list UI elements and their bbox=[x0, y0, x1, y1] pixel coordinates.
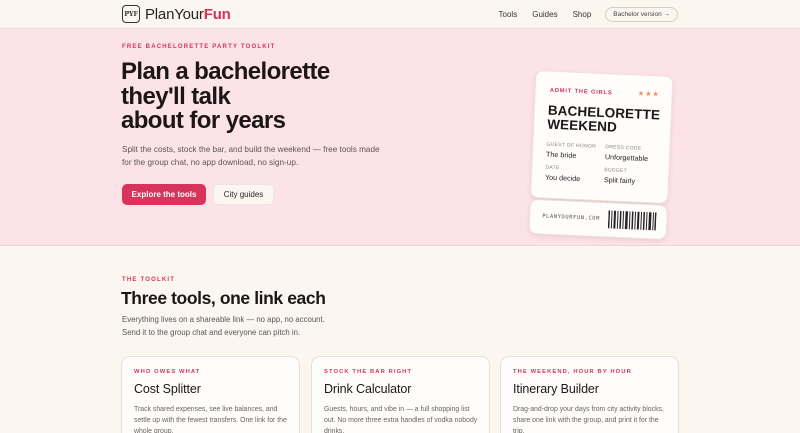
ticket-field: DRESS CODE Unforgettable bbox=[605, 144, 661, 163]
ticket-field-value: Split fairly bbox=[603, 175, 636, 186]
logo-text-accent: Fun bbox=[203, 5, 231, 23]
city-guides-button[interactable]: City guides bbox=[213, 184, 274, 205]
card-description: Guests, hours, and vibe in — a full shop… bbox=[324, 406, 478, 433]
ticket-fields: GUEST OF HONOR The bride DRESS CODE Unforg… bbox=[545, 142, 661, 187]
itinerary-builder-card[interactable]: THE WEEKEND, HOUR BY HOUR Itinerary Buil… bbox=[500, 356, 679, 433]
logo-text-plain: PlanYour bbox=[145, 5, 204, 23]
ticket-admit-label: ADMIT THE GIRLS bbox=[549, 87, 613, 97]
ticket-field-value: Unforgettable bbox=[604, 152, 649, 164]
bachelor-version-button[interactable]: Bachelor version → bbox=[605, 7, 678, 22]
ticket-title: BACHELORETTE WEEKEND bbox=[547, 103, 660, 137]
ticket-main: ADMIT THE GIRLS ★★★ BACHELORETTE WEEKEND… bbox=[530, 70, 674, 204]
site-header: PYF PlanYourFun Tools Guides Shop Bachel… bbox=[0, 0, 800, 29]
card-title: Cost Splitter bbox=[134, 382, 201, 396]
card-eyebrow: STOCK THE BAR RIGHT bbox=[324, 369, 413, 375]
nav-guides-link[interactable]: Guides bbox=[532, 10, 557, 19]
card-title: Itinerary Builder bbox=[513, 382, 599, 396]
ticket-field: BUDGET Split fairly bbox=[604, 167, 660, 186]
hero-title-line: about for years bbox=[121, 107, 286, 134]
ticket-field-value: You decide bbox=[544, 172, 581, 184]
ticket-field-label: BUDGET bbox=[604, 167, 628, 175]
ticket-url: PLANYOURFUN.COM bbox=[542, 213, 601, 223]
main-nav: Tools Guides Shop Bachelor version → bbox=[484, 7, 678, 22]
ticket-field-label: DRESS CODE bbox=[605, 144, 642, 152]
hero-title-line: Plan a bachelorette bbox=[121, 58, 330, 85]
ticket-field-label: GUEST OF HONOR bbox=[546, 141, 597, 150]
card-title: Drink Calculator bbox=[324, 382, 412, 396]
toolkit-description-line: Send it to the group chat and everyone c… bbox=[122, 327, 301, 337]
ticket-illustration: ADMIT THE GIRLS ★★★ BACHELORETTE WEEKEND… bbox=[528, 70, 674, 240]
ticket-field: GUEST OF HONOR The bride bbox=[546, 142, 602, 161]
toolkit-description: Everything lives on a shareable link — n… bbox=[122, 314, 382, 339]
toolkit-description-line: Everything lives on a shareable link — n… bbox=[122, 315, 325, 324]
nav-tools-link[interactable]: Tools bbox=[499, 10, 518, 19]
nav-shop-link[interactable]: Shop bbox=[573, 10, 592, 19]
logo-badge-icon: PYF bbox=[122, 5, 140, 23]
card-eyebrow: THE WEEKEND, HOUR BY HOUR bbox=[513, 369, 632, 375]
toolkit-title: Three tools, one link each bbox=[121, 288, 326, 308]
logo[interactable]: PYF PlanYourFun bbox=[122, 5, 231, 23]
hero-description: Split the costs, stock the bar, and buil… bbox=[122, 145, 380, 167]
hero-title-line: they'll talk bbox=[121, 82, 231, 110]
hero-section: FREE BACHELORETTE PARTY TOOLKIT Plan a b… bbox=[0, 29, 800, 246]
drink-calculator-card[interactable]: STOCK THE BAR RIGHT Drink Calculator Gue… bbox=[311, 356, 490, 433]
barcode-icon bbox=[607, 210, 657, 231]
ticket-stub: PLANYOURFUN.COM bbox=[528, 198, 668, 240]
explore-tools-button[interactable]: Explore the tools bbox=[122, 184, 206, 205]
card-description: Drag-and-drop your days from city activi… bbox=[513, 406, 664, 433]
card-description: Track shared expenses, see live balances… bbox=[134, 406, 287, 433]
toolkit-eyebrow: THE TOOLKIT bbox=[122, 277, 176, 283]
hero-eyebrow: FREE BACHELORETTE PARTY TOOLKIT bbox=[122, 44, 276, 50]
ticket-field: DATE You decide bbox=[545, 165, 601, 184]
cost-splitter-card[interactable]: WHO OWES WHAT Cost Splitter Track shared… bbox=[121, 356, 300, 433]
ticket-field-label: DATE bbox=[545, 164, 560, 172]
stars-icon: ★★★ bbox=[637, 90, 660, 99]
logo-text: PlanYourFun bbox=[145, 6, 231, 23]
ticket-field-value: The bride bbox=[545, 149, 577, 160]
card-eyebrow: WHO OWES WHAT bbox=[134, 369, 201, 375]
hero-title: Plan a bachelorette they'll talk about f… bbox=[121, 58, 381, 134]
